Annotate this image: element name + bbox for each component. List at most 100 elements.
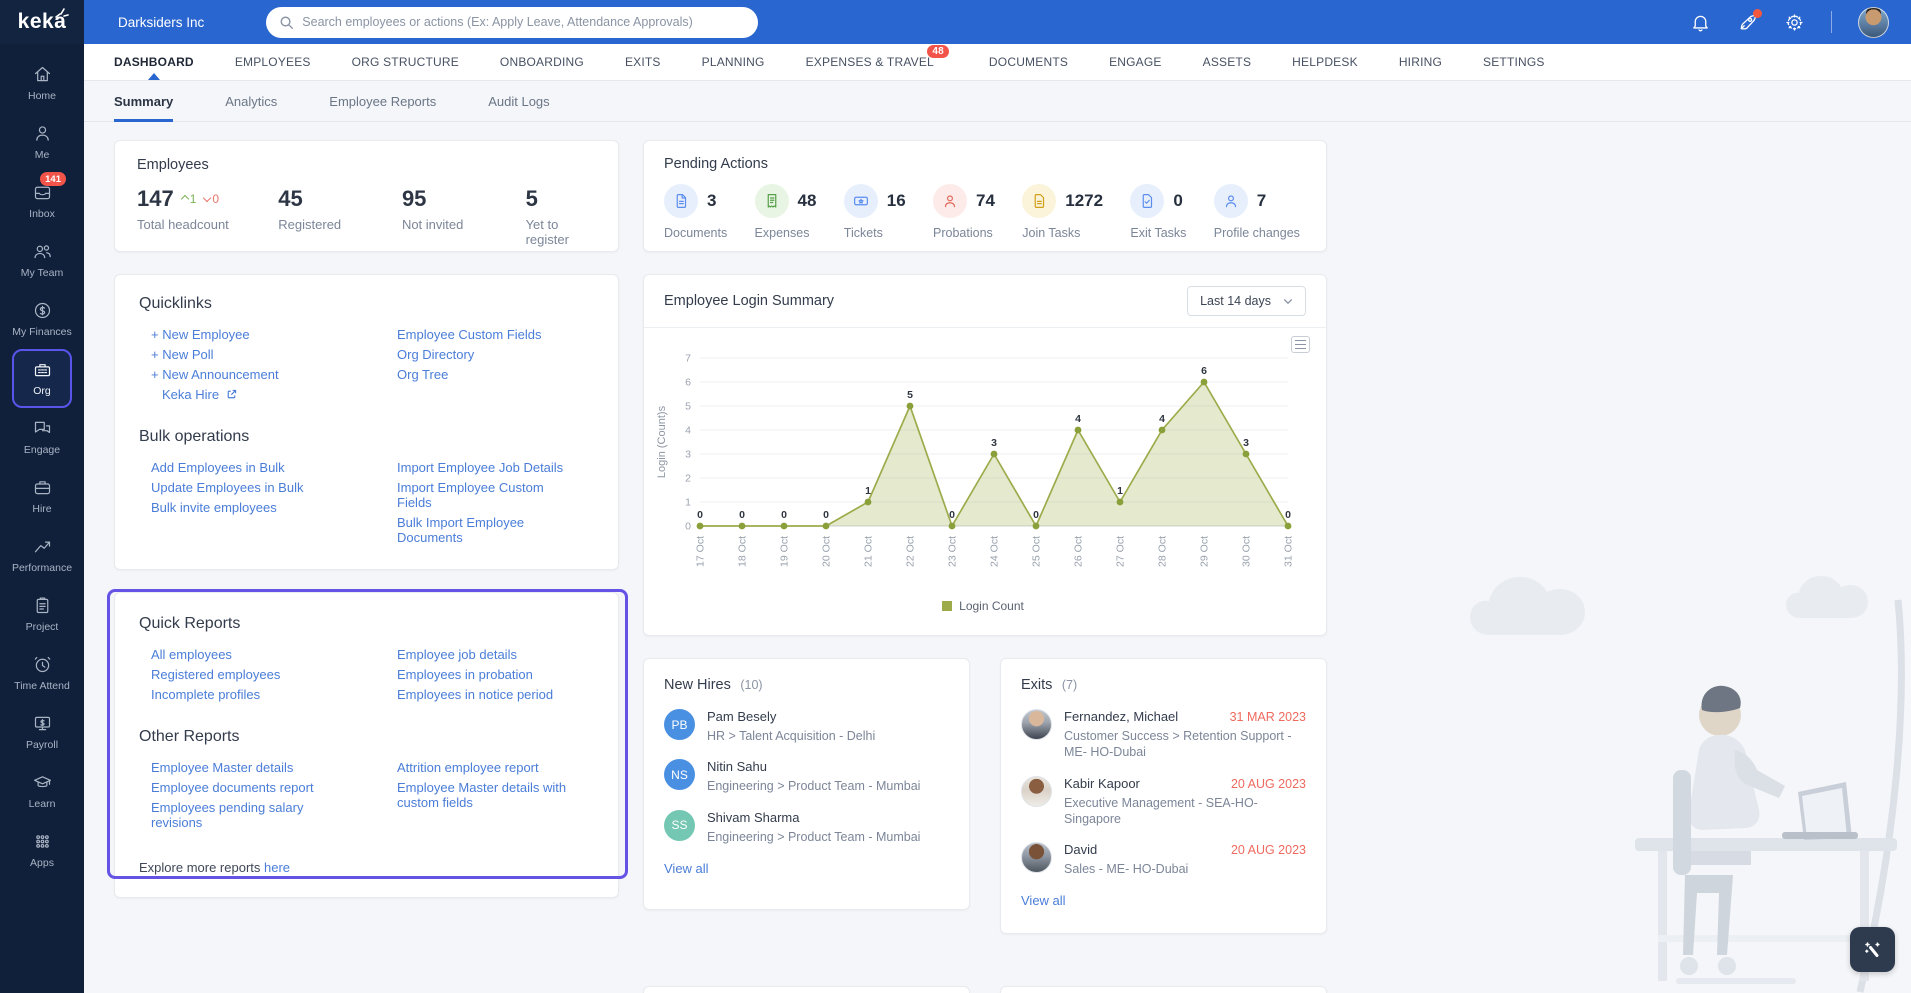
decrease-icon bbox=[203, 193, 212, 202]
subtab-summary[interactable]: Summary bbox=[114, 81, 174, 122]
project-icon bbox=[36, 597, 48, 614]
tab-engage[interactable]: ENGAGE bbox=[1109, 44, 1162, 80]
pending-tickets[interactable]: 16 Tickets bbox=[843, 184, 906, 240]
notifications-bell-icon[interactable] bbox=[1690, 12, 1711, 33]
link-all-employees[interactable]: All employees bbox=[151, 647, 375, 662]
link-attrition-report[interactable]: Attrition employee report bbox=[397, 760, 572, 775]
global-search[interactable] bbox=[266, 6, 759, 38]
svg-text:0: 0 bbox=[739, 509, 745, 521]
svg-text:6: 6 bbox=[685, 377, 691, 389]
list-item[interactable]: Kabir Kapoor 20 AUG 2023 Executive Manage… bbox=[1021, 775, 1306, 828]
keka-logo[interactable]: keka bbox=[0, 0, 84, 44]
documents-icon bbox=[676, 194, 687, 208]
sidebar-item-me[interactable]: Me bbox=[4, 113, 80, 172]
svg-text:0: 0 bbox=[949, 509, 955, 521]
bulk-operations-title: Bulk operations bbox=[139, 428, 250, 445]
tab-settings[interactable]: SETTINGS bbox=[1483, 44, 1545, 80]
probations-icon bbox=[944, 195, 956, 208]
link-registered-employees[interactable]: Registered employees bbox=[151, 667, 375, 682]
tab-dashboard[interactable]: DASHBOARD bbox=[114, 44, 194, 80]
pending-profile-changes[interactable]: 7 Profile changes bbox=[1213, 184, 1300, 240]
whats-new-rocket-icon[interactable] bbox=[1737, 8, 1762, 33]
sidebar-item-time-attend[interactable]: Time Attend bbox=[4, 644, 80, 703]
list-item[interactable]: David 20 AUG 2023 Sales - ME- HO-Dubai bbox=[1021, 842, 1306, 877]
link-master-details-custom-fields[interactable]: Employee Master details with custom fiel… bbox=[397, 780, 572, 810]
pending-documents[interactable]: 3 Documents bbox=[664, 184, 727, 240]
link-org-directory[interactable]: Org Directory bbox=[397, 347, 594, 362]
search-input[interactable] bbox=[302, 15, 746, 29]
sidebar-item-org[interactable]: Org bbox=[12, 349, 72, 408]
link-bulk-invite[interactable]: Bulk invite employees bbox=[151, 500, 375, 515]
link-import-job-details[interactable]: Import Employee Job Details bbox=[397, 460, 577, 475]
tab-employees[interactable]: EMPLOYEES bbox=[235, 44, 311, 80]
user-avatar[interactable] bbox=[1858, 6, 1889, 38]
list-item[interactable]: PB Pam Besely HR > Talent Acquisition - D… bbox=[664, 709, 949, 744]
exits-view-all[interactable]: View all bbox=[1021, 893, 1066, 908]
home-icon bbox=[34, 66, 50, 82]
subtab-analytics[interactable]: Analytics bbox=[225, 81, 277, 121]
subtab-audit-logs[interactable]: Audit Logs bbox=[488, 81, 549, 121]
link-incomplete-profiles[interactable]: Incomplete profiles bbox=[151, 687, 375, 702]
tab-onboarding[interactable]: ONBOARDING bbox=[500, 44, 584, 80]
link-add-employees-bulk[interactable]: Add Employees in Bulk bbox=[151, 460, 375, 475]
probation-card: Probation (124) bbox=[1000, 986, 1327, 993]
link-keka-hire[interactable]: Keka Hire bbox=[162, 387, 375, 402]
link-employee-master-details[interactable]: Employee Master details bbox=[151, 760, 316, 775]
settings-gear-icon[interactable] bbox=[1784, 12, 1805, 33]
pending-probations[interactable]: 74 Probations bbox=[933, 184, 995, 240]
list-item[interactable]: Fernandez, Michael 31 MAR 2023 Customer S… bbox=[1021, 709, 1306, 761]
company-name[interactable]: Darksiders Inc bbox=[118, 15, 204, 30]
link-new-poll[interactable]: + New Poll bbox=[151, 347, 375, 362]
svg-text:26 Oct: 26 Oct bbox=[1073, 536, 1085, 567]
list-item[interactable]: SS Shivam Sharma Engineering > Product Te… bbox=[664, 809, 949, 845]
sidebar-item-hire[interactable]: Hire bbox=[4, 467, 80, 526]
link-employee-custom-fields[interactable]: Employee Custom Fields bbox=[397, 327, 594, 342]
subtab-employee-reports[interactable]: Employee Reports bbox=[329, 81, 436, 121]
tab-expenses-travel[interactable]: EXPENSES & TRAVEL 48 bbox=[806, 44, 949, 80]
sidebar-item-payroll[interactable]: Payroll bbox=[4, 703, 80, 762]
svg-text:0: 0 bbox=[823, 509, 829, 521]
other-reports-title: Other Reports bbox=[139, 728, 240, 745]
exit-date: 20 AUG 2023 bbox=[1230, 843, 1306, 857]
engage-icon bbox=[34, 421, 50, 434]
tab-hiring[interactable]: HIRING bbox=[1399, 44, 1442, 80]
link-employee-job-details[interactable]: Employee job details bbox=[397, 647, 594, 662]
link-update-employees-bulk[interactable]: Update Employees in Bulk bbox=[151, 480, 375, 495]
pending-actions-title: Pending Actions bbox=[664, 156, 768, 172]
sidebar-item-learn[interactable]: Learn bbox=[4, 762, 80, 821]
link-new-employee[interactable]: + New Employee bbox=[151, 327, 375, 342]
sidebar-item-project[interactable]: Project bbox=[4, 585, 80, 644]
sidebar-item-my-team[interactable]: My Team bbox=[4, 231, 80, 290]
tab-helpdesk[interactable]: HELPDESK bbox=[1292, 44, 1358, 80]
tab-planning[interactable]: PLANNING bbox=[702, 44, 765, 80]
new-hires-view-all[interactable]: View all bbox=[664, 861, 709, 876]
pending-exit-tasks[interactable]: 0 Exit Tasks bbox=[1130, 184, 1186, 240]
list-item[interactable]: NS Nitin Sahu Engineering > Product Team … bbox=[664, 759, 949, 794]
chart-context-menu-icon[interactable] bbox=[1291, 336, 1310, 353]
tab-documents[interactable]: DOCUMENTS bbox=[989, 44, 1068, 80]
sidebar-item-my-finances[interactable]: My Finances bbox=[4, 290, 80, 349]
sidebar-item-performance[interactable]: Performance bbox=[4, 526, 80, 585]
pending-join-tasks[interactable]: 1272 Join Tasks bbox=[1022, 184, 1103, 240]
sidebar-item-apps[interactable]: Apps bbox=[4, 821, 80, 880]
sidebar-item-inbox[interactable]: 141 Inbox bbox=[4, 172, 80, 231]
tab-assets[interactable]: ASSETS bbox=[1203, 44, 1252, 80]
magic-wand-button[interactable] bbox=[1850, 927, 1895, 972]
link-employees-in-notice[interactable]: Employees in notice period bbox=[397, 687, 594, 702]
tab-org-structure[interactable]: ORG STRUCTURE bbox=[352, 44, 459, 80]
link-import-custom-fields[interactable]: Import Employee Custom Fields bbox=[397, 480, 577, 510]
link-org-tree[interactable]: Org Tree bbox=[397, 367, 594, 382]
link-new-announcement[interactable]: + New Announcement bbox=[151, 367, 375, 382]
pending-expenses[interactable]: 48 Expenses bbox=[754, 184, 816, 240]
tab-exits[interactable]: EXITS bbox=[625, 44, 661, 80]
link-employees-in-probation[interactable]: Employees in probation bbox=[397, 667, 594, 682]
link-pending-salary-revisions[interactable]: Employees pending salary revisions bbox=[151, 800, 316, 830]
link-here[interactable]: here bbox=[264, 860, 290, 875]
active-tab-arrow bbox=[147, 73, 160, 80]
svg-text:5: 5 bbox=[907, 389, 913, 401]
date-range-dropdown[interactable]: Last 14 days bbox=[1187, 286, 1306, 316]
link-employee-documents-report[interactable]: Employee documents report bbox=[151, 780, 316, 795]
link-bulk-import-documents[interactable]: Bulk Import Employee Documents bbox=[397, 515, 577, 545]
sidebar-item-engage[interactable]: Engage bbox=[4, 408, 80, 467]
sidebar-item-home[interactable]: Home bbox=[4, 54, 80, 113]
